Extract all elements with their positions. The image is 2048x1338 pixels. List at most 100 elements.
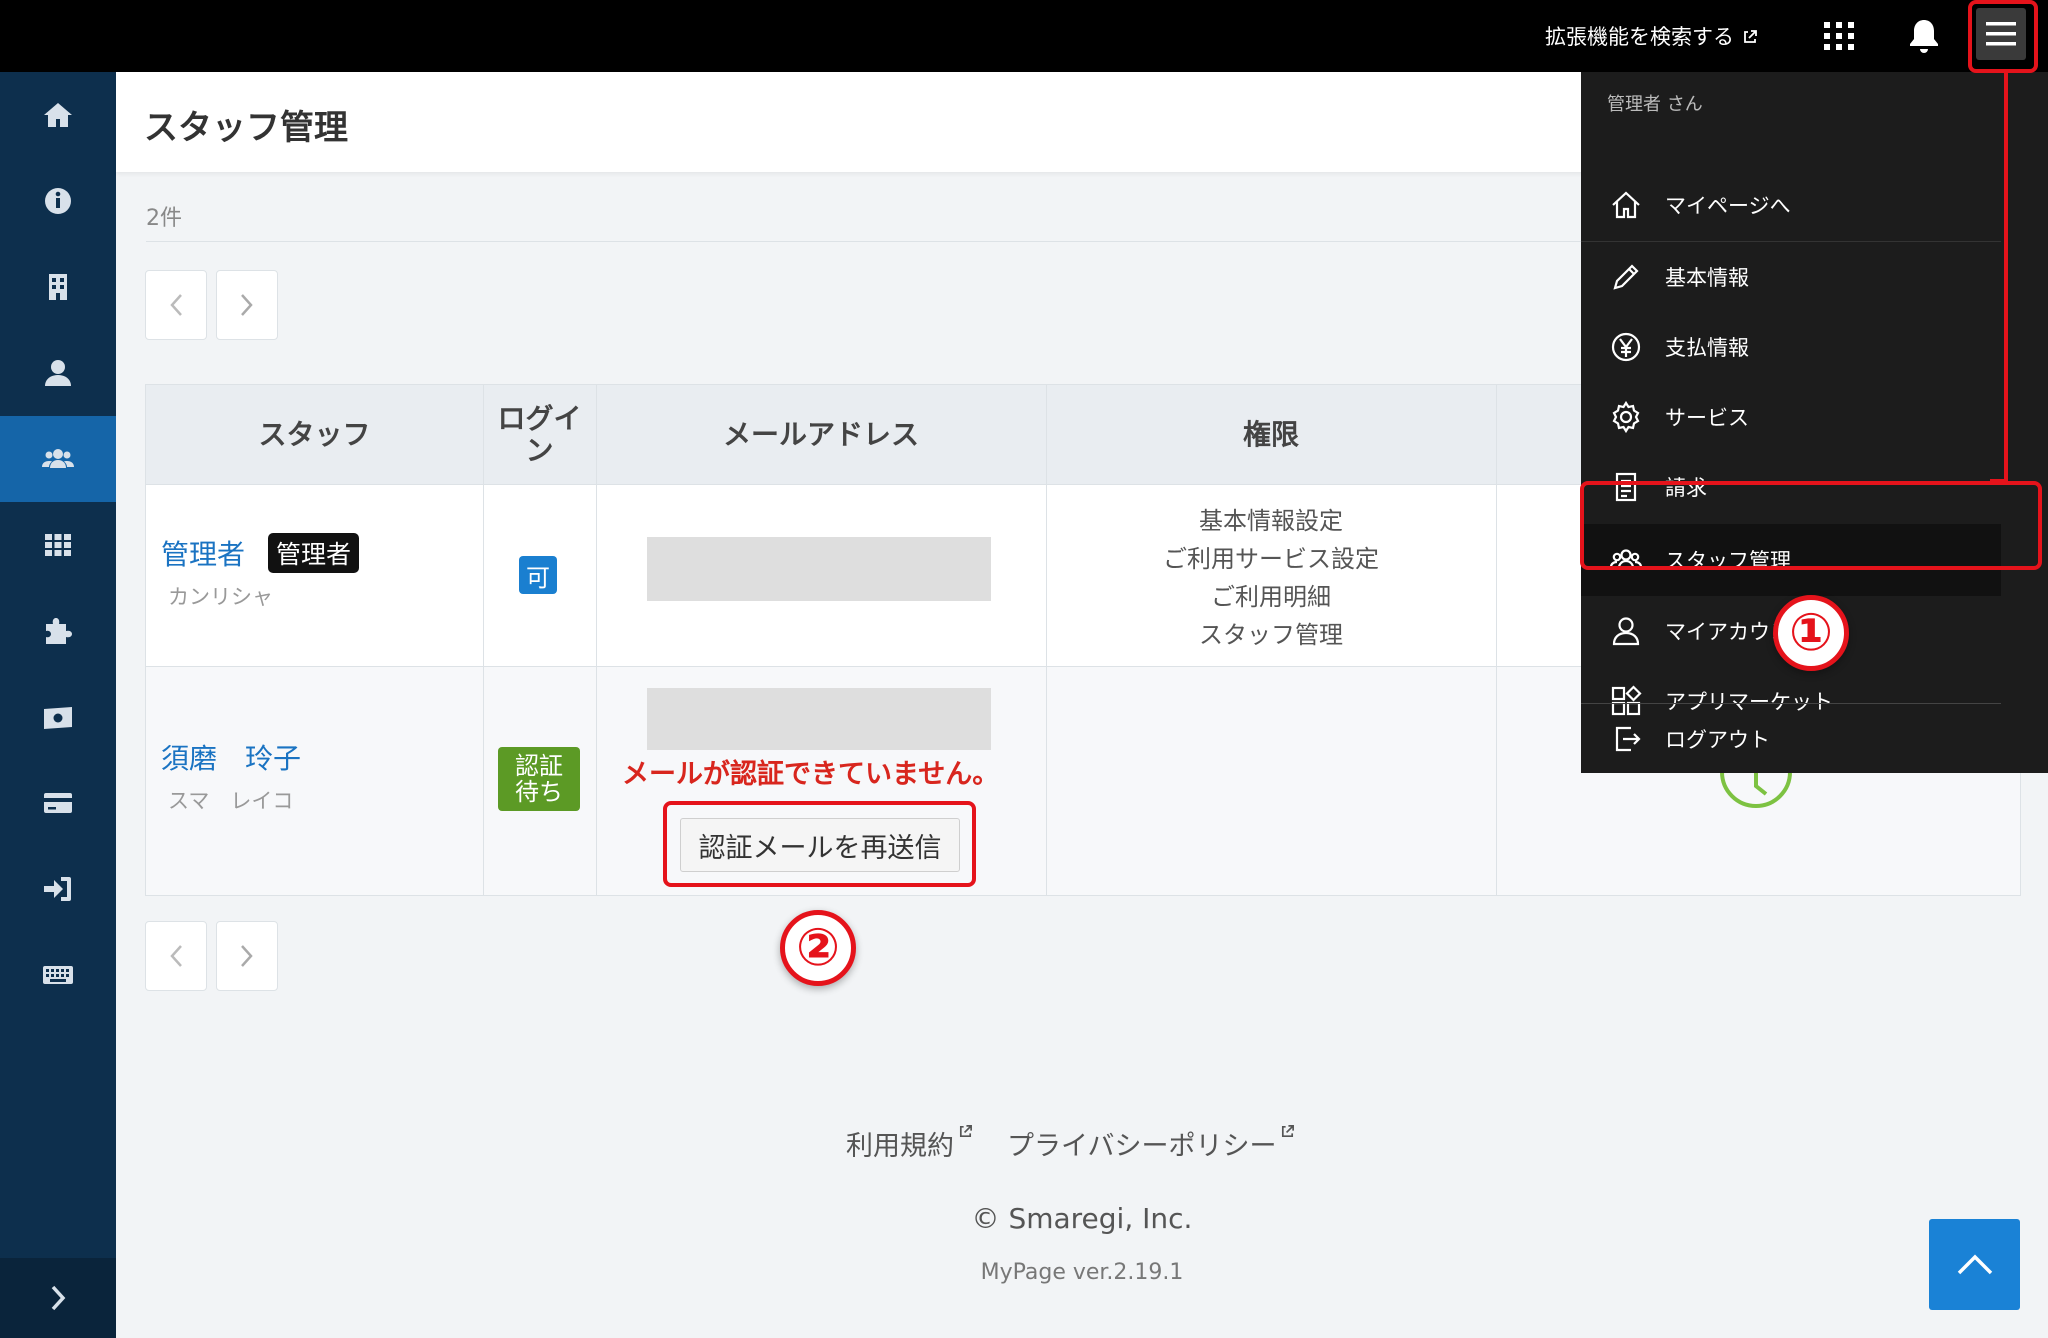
chevron-right-icon (241, 294, 253, 316)
dropdown-item-logout[interactable]: ログアウト (1581, 703, 2001, 774)
sidebar-item-staff[interactable] (0, 416, 116, 502)
staff-kana: カンリシャ (168, 585, 273, 609)
chevron-right-icon (51, 1285, 66, 1311)
building-icon (49, 274, 67, 300)
home-outline-icon (1612, 191, 1640, 219)
dropdown-item-services[interactable]: サービス (1581, 382, 2001, 452)
pager-next-button[interactable] (216, 921, 278, 991)
user-icon (45, 360, 71, 386)
email-redacted (647, 537, 991, 601)
dropdown-item-label: ログアウト (1665, 728, 1770, 752)
permission-item: 基本情報設定 (1199, 507, 1343, 535)
sidebar-item-apps[interactable] (0, 502, 116, 588)
terms-link-label: 利用規約 (846, 1131, 954, 1162)
login-status-badge: 可 (519, 556, 557, 594)
chevron-left-icon (170, 294, 182, 316)
permission-item: スタッフ管理 (1199, 621, 1343, 649)
privacy-policy-link[interactable]: プライバシーポリシー (1007, 1124, 1295, 1163)
chevron-right-icon (241, 945, 253, 967)
footer-links: 利用規約 プライバシーポリシー (846, 1124, 1295, 1163)
admin-badge: 管理者 (268, 533, 360, 573)
staff-name-link[interactable]: 管理者 (161, 533, 245, 573)
terms-link[interactable]: 利用規約 (846, 1124, 973, 1163)
dropdown-item-payment-info[interactable]: 支払情報 (1581, 312, 2001, 382)
info-icon (45, 188, 71, 214)
column-header-permissions[interactable]: 権限 (1046, 385, 1496, 484)
column-header-login-line1: ログイ (497, 401, 582, 435)
dropdown-user-label: 管理者 さん (1607, 94, 1703, 115)
sidebar-item-extensions[interactable] (0, 588, 116, 674)
result-count: 2件 (146, 206, 182, 231)
dropdown-item-label: 支払情報 (1665, 336, 1749, 360)
column-divider (1496, 385, 1497, 895)
column-divider (483, 385, 484, 895)
permission-item: ご利用明細 (1211, 583, 1331, 611)
pager-next-button[interactable] (216, 270, 278, 340)
dropdown-item-label: サービス (1665, 406, 1749, 430)
external-link-icon (1744, 30, 1757, 43)
money-icon (44, 707, 72, 729)
pager-prev-button[interactable] (145, 921, 207, 991)
apps-grid-icon[interactable] (1822, 18, 1856, 54)
grid-icon (45, 534, 71, 556)
dropdown-item-label: マイページへ (1665, 194, 1791, 218)
puzzle-icon (46, 618, 72, 644)
pencil-icon (1613, 264, 1639, 290)
pager-prev-button[interactable] (145, 270, 207, 340)
chevron-left-icon (170, 945, 182, 967)
privacy-policy-label: プライバシーポリシー (1007, 1131, 1277, 1162)
top-bar: 拡張機能を検索する (0, 0, 2048, 72)
column-header-login[interactable]: ログイ ン (483, 385, 596, 484)
external-link-icon (959, 1125, 972, 1138)
chevron-up-icon (1957, 1254, 1992, 1274)
sidebar (0, 72, 116, 1338)
annotation-box-resend (663, 801, 976, 887)
sidebar-item-user[interactable] (0, 330, 116, 416)
login-status-line2: 待ち (515, 778, 563, 806)
dropdown-item-mypage[interactable]: マイページへ (1581, 170, 2001, 240)
extension-search-link[interactable]: 拡張機能を検索する (1545, 22, 1758, 52)
version-label: MyPage ver.2.19.1 (980, 1260, 1184, 1285)
login-status-line1: 認証 (515, 752, 563, 780)
annotation-connector (2004, 73, 2008, 483)
users-icon (42, 449, 74, 468)
column-header-email[interactable]: メールアドレス (596, 385, 1046, 484)
dropdown-item-label: 基本情報 (1665, 266, 1749, 290)
staff-name-link[interactable]: 須磨 玲子 (161, 737, 301, 777)
bell-icon[interactable] (1906, 16, 1942, 56)
gear-icon (1612, 400, 1640, 434)
scroll-to-top-button[interactable] (1929, 1219, 2020, 1310)
logout-icon (1615, 726, 1641, 752)
login-status-badge-pending: 認証 待ち (498, 747, 580, 811)
sidebar-item-billing[interactable] (0, 760, 116, 846)
sidebar-item-keyboard[interactable] (0, 932, 116, 1018)
external-link-icon (1282, 1125, 1295, 1138)
yen-icon (1611, 332, 1641, 362)
user-outline-icon (1612, 617, 1640, 646)
permission-item: ご利用サービス設定 (1163, 545, 1379, 573)
annotation-step-2: ② (780, 910, 856, 986)
credit-card-icon (44, 793, 72, 813)
keyboard-icon (43, 966, 73, 984)
dropdown-item-basic-info[interactable]: 基本情報 (1581, 241, 2001, 312)
home-icon (44, 103, 72, 127)
column-divider (596, 385, 597, 895)
email-unverified-warning: メールが認証できていません。 (622, 759, 1000, 790)
sign-in-icon (44, 877, 71, 901)
annotation-box-staff-management (1580, 481, 2042, 570)
copyright: © Smaregi, Inc. (971, 1202, 1193, 1235)
sidebar-item-payment[interactable] (0, 674, 116, 760)
annotation-step-1: ① (1773, 595, 1849, 671)
sidebar-item-building[interactable] (0, 244, 116, 330)
sidebar-item-home[interactable] (0, 72, 116, 158)
page-title: スタッフ管理 (144, 108, 348, 148)
staff-kana: スマ レイコ (168, 789, 294, 813)
sidebar-item-info[interactable] (0, 158, 116, 244)
extension-search-label: 拡張機能を検索する (1545, 25, 1734, 49)
email-redacted (647, 688, 991, 750)
annotation-box-menu (1968, 0, 2038, 73)
sidebar-item-login[interactable] (0, 846, 116, 932)
column-header-staff[interactable]: スタッフ (146, 385, 483, 484)
column-header-login-line2: ン (525, 433, 554, 467)
divider (146, 241, 1586, 242)
